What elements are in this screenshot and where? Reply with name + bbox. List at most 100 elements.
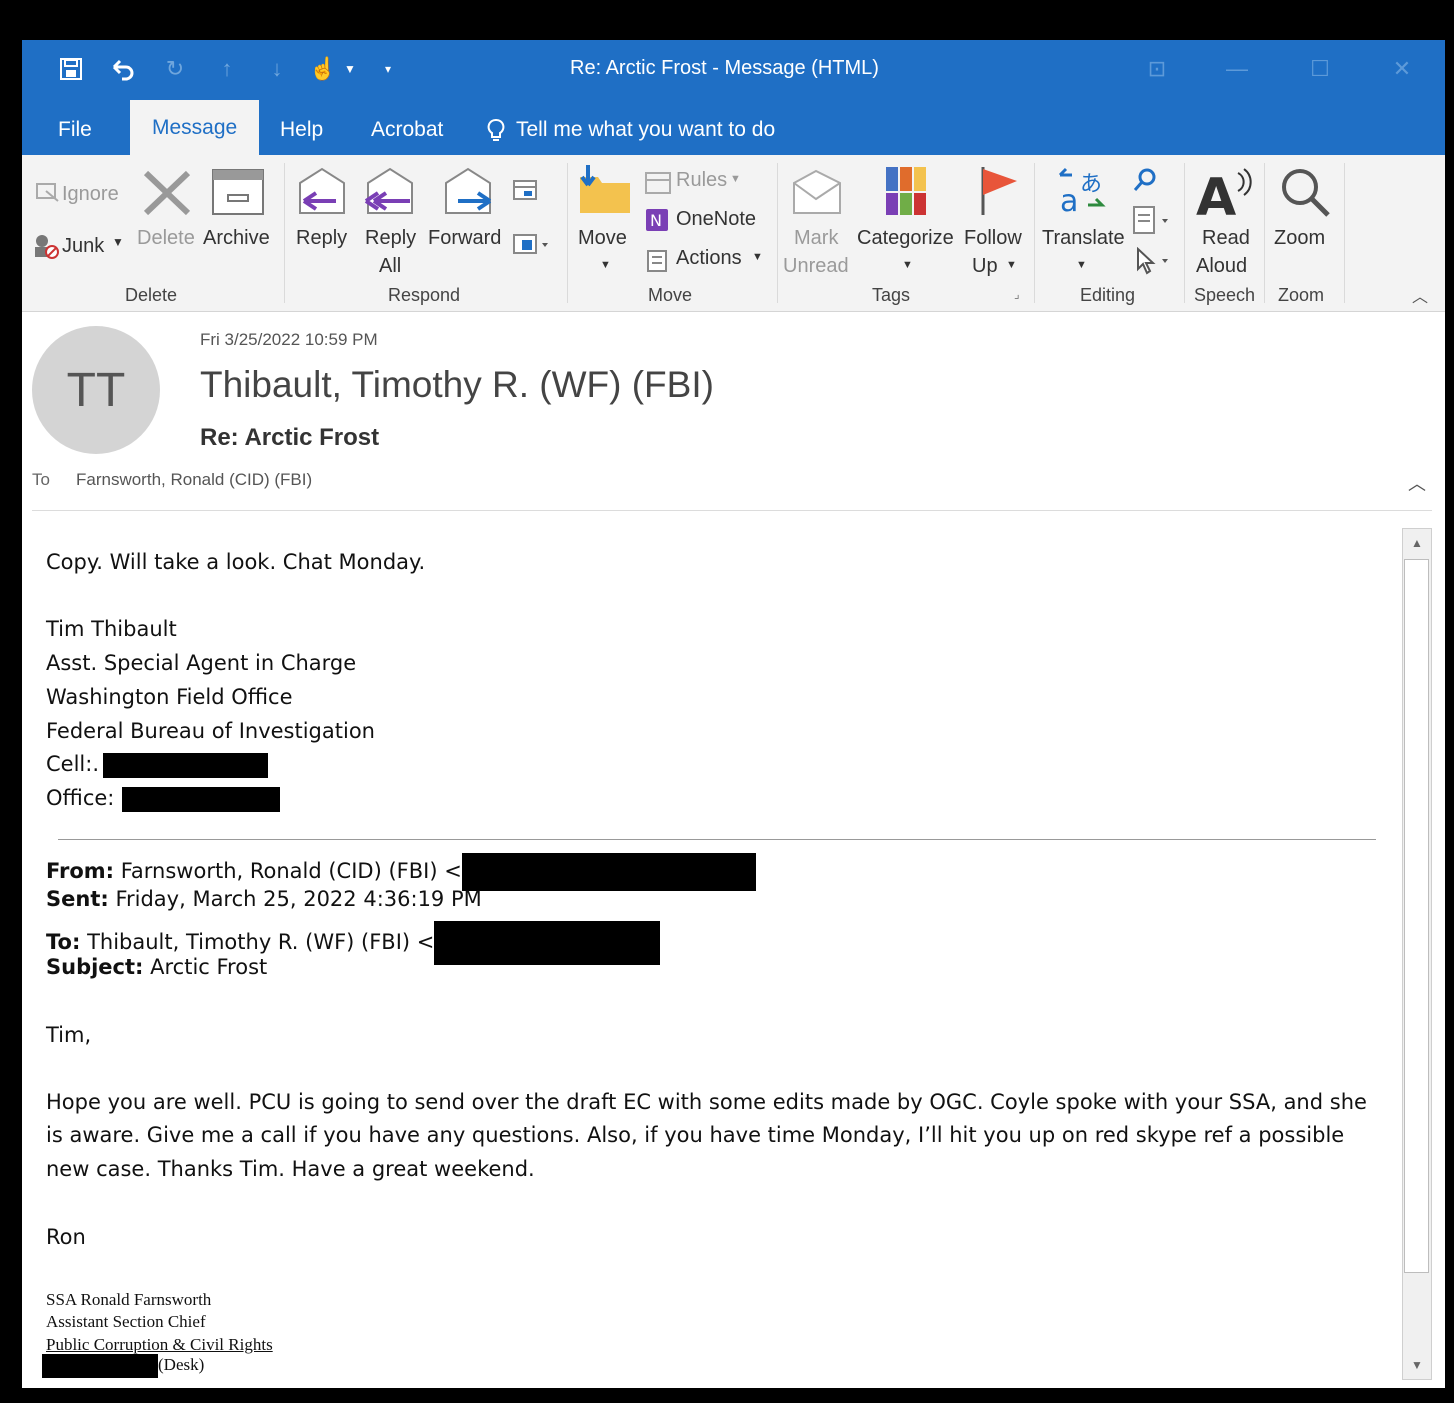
meeting-icon[interactable]: [512, 179, 540, 208]
translate-button[interactable]: Translate: [1042, 227, 1125, 250]
move-folder-icon: [576, 163, 634, 222]
archive-button[interactable]: Archive: [203, 227, 270, 250]
sender-sig-desk: (Desk): [42, 1354, 204, 1378]
tab-acrobat[interactable]: Acrobat: [371, 118, 443, 142]
translate-dropdown-icon[interactable]: ▼: [1076, 259, 1087, 271]
svg-text:A: A: [1196, 168, 1236, 221]
vertical-scrollbar[interactable]: ▲ ▼: [1402, 528, 1432, 1380]
find-icon[interactable]: [1132, 167, 1158, 198]
svg-text:あ: あ: [1080, 172, 1102, 197]
svg-text:N: N: [650, 211, 662, 230]
quote-divider: [58, 839, 1376, 840]
touch-mode-icon[interactable]: ☝: [308, 54, 338, 84]
follow-up-button[interactable]: Follow: [964, 227, 1022, 250]
sent-label: Sent:: [46, 887, 109, 911]
office-label: Office:: [46, 786, 115, 810]
down-arrow-icon[interactable]: ↓: [262, 54, 292, 84]
body-paragraph-line-3: new case. Thanks Tim. Have a great weeke…: [46, 1157, 535, 1181]
delete-button[interactable]: Delete: [137, 227, 195, 250]
sig-org: Federal Bureau of Investigation: [46, 719, 375, 743]
touch-dropdown-icon[interactable]: ▼: [340, 54, 360, 84]
lightbulb-icon: [486, 118, 506, 148]
close-icon[interactable]: ✕: [1387, 54, 1417, 84]
group-label-tags: Tags: [872, 285, 911, 305]
closing: Ron: [46, 1225, 86, 1249]
sig-office-phone: Office:: [46, 786, 281, 812]
group-label-move: Move: [648, 285, 693, 305]
read-aloud-label-2: Aloud: [1196, 255, 1248, 277]
quoted-from: From: Farnsworth, Ronald (CID) (FBI) <: [46, 853, 756, 891]
ribbon-separator: [1034, 163, 1035, 303]
redo-icon[interactable]: ↻: [160, 54, 190, 84]
reply-button[interactable]: Reply: [296, 227, 347, 250]
onenote-button[interactable]: OneNote: [676, 208, 756, 231]
onenote-icon: N: [644, 207, 672, 238]
to-recipient[interactable]: Farnsworth, Ronald (CID) (FBI): [76, 470, 312, 490]
tab-file[interactable]: File: [58, 118, 92, 142]
mark-unread-button[interactable]: Mark: [794, 227, 838, 250]
tab-message[interactable]: Message: [130, 100, 260, 155]
ribbon: Ignore Junk ▼ Delete Archive Delete Repl…: [22, 155, 1445, 312]
forward-button[interactable]: Forward: [428, 227, 501, 250]
rules-button[interactable]: Rules: [676, 169, 727, 192]
collapse-header-icon[interactable]: ︿: [1408, 470, 1426, 496]
redaction-box: [122, 786, 281, 812]
minimize-icon[interactable]: —: [1222, 54, 1252, 84]
save-icon[interactable]: [56, 54, 86, 84]
move-dropdown-icon[interactable]: ▼: [600, 259, 611, 271]
move-button[interactable]: Move: [578, 227, 627, 250]
categorize-icon: [884, 165, 928, 222]
junk-dropdown-icon[interactable]: ▼: [112, 235, 124, 249]
from-label: From:: [46, 859, 115, 883]
sender-name[interactable]: Thibault, Timothy R. (WF) (FBI): [200, 364, 714, 406]
svg-text:a: a: [1060, 184, 1078, 219]
archive-icon: [210, 167, 266, 222]
zoom-button[interactable]: Zoom: [1274, 227, 1325, 250]
select-cursor-icon[interactable]: [1134, 246, 1172, 280]
ignore-icon: [34, 181, 60, 208]
sig-title: Asst. Special Agent in Charge: [46, 651, 357, 675]
rules-dropdown-icon[interactable]: ▼: [730, 173, 741, 185]
read-aloud-button[interactable]: Read: [1202, 227, 1250, 250]
group-label-editing: Editing: [1080, 285, 1136, 305]
group-label-respond: Respond: [388, 285, 461, 305]
sender-sig-unit: Public Corruption & Civil Rights: [46, 1335, 273, 1354]
tab-help[interactable]: Help: [280, 118, 323, 142]
more-respond-icon[interactable]: [512, 231, 556, 262]
window-title: Re: Arctic Frost - Message (HTML): [570, 57, 879, 79]
categorize-dropdown-icon[interactable]: ▼: [902, 259, 913, 271]
maximize-icon[interactable]: ☐: [1305, 54, 1335, 84]
undo-icon[interactable]: [108, 54, 138, 84]
reply-line: Copy. Will take a look. Chat Monday.: [46, 550, 426, 574]
actions-button[interactable]: Actions: [676, 247, 742, 270]
forward-icon: [440, 165, 496, 226]
collapse-ribbon-icon[interactable]: ︿: [1412, 283, 1428, 307]
cell-label: Cell:.: [46, 752, 100, 776]
avatar: TT: [32, 326, 160, 454]
actions-dropdown-icon[interactable]: ▼: [752, 251, 763, 263]
junk-button[interactable]: Junk: [62, 235, 104, 258]
tell-me-search[interactable]: Tell me what you want to do: [516, 118, 775, 142]
header-divider: [32, 510, 1432, 511]
follow-up-flag-icon: [977, 163, 1021, 222]
message-date: Fri 3/25/2022 10:59 PM: [200, 330, 378, 349]
follow-up-dropdown-icon[interactable]: ▼: [1006, 259, 1017, 271]
tags-dialog-launcher-icon[interactable]: ⌟: [1014, 287, 1020, 301]
ignore-button[interactable]: Ignore: [62, 183, 119, 206]
reply-all-button[interactable]: Reply: [365, 227, 416, 250]
replace-icon[interactable]: [1132, 205, 1172, 240]
customize-icon[interactable]: ▾: [378, 54, 398, 84]
quoted-subject: Subject: Arctic Frost: [46, 955, 267, 979]
delete-x-icon: [142, 169, 192, 222]
scroll-up-arrow-icon[interactable]: ▲: [1403, 529, 1431, 557]
categorize-button[interactable]: Categorize: [857, 227, 954, 250]
scrollbar-thumb[interactable]: [1404, 559, 1429, 1273]
sig-office: Washington Field Office: [46, 685, 293, 709]
follow-up-label-2: Up: [972, 255, 998, 277]
up-arrow-icon[interactable]: ↑: [212, 54, 242, 84]
desk-label: (Desk): [158, 1354, 205, 1374]
scroll-down-arrow-icon[interactable]: ▼: [1403, 1351, 1431, 1379]
ribbon-display-icon[interactable]: ⊡: [1142, 54, 1172, 84]
reply-all-icon: [362, 165, 420, 226]
quoted-to-value: Thibault, Timothy R. (WF) (FBI) <: [87, 930, 435, 954]
